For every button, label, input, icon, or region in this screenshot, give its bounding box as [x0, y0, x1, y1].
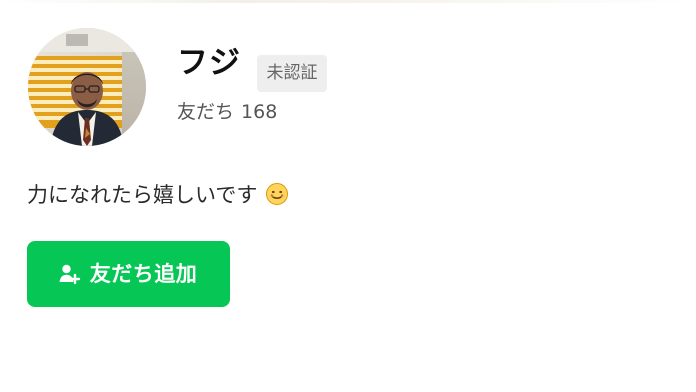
profile-photo — [28, 28, 146, 146]
friends-count: 168 — [241, 101, 278, 123]
status-message: 力になれたら嬉しいです — [27, 183, 258, 207]
smiling-face-icon — [265, 182, 289, 206]
status-message-row: 力になれたら嬉しいです — [27, 181, 289, 209]
profile-avatar[interactable] — [28, 28, 146, 146]
profile-name: フジ — [177, 45, 241, 81]
add-friend-label: 友だち追加 — [89, 261, 198, 286]
verification-badge: 未認証 — [257, 55, 327, 92]
add-friend-button[interactable]: 友だち追加 — [27, 241, 230, 307]
friends-count-row: 友だち 168 — [177, 100, 277, 124]
friends-label: 友だち — [177, 101, 235, 123]
person-add-icon — [56, 261, 82, 287]
top-strip — [0, 0, 696, 3]
